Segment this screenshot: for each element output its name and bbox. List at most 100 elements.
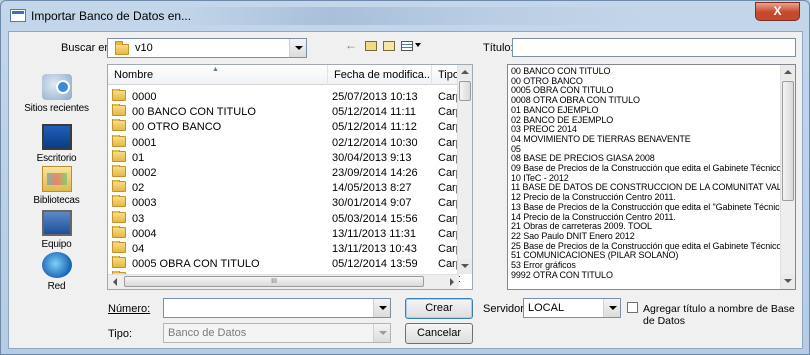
back-icon[interactable]: ←: [345, 38, 357, 52]
place-label: Red: [47, 281, 66, 292]
list-item[interactable]: 9992 OTRA CON TITULO: [511, 271, 781, 280]
file-name-cell: 03: [112, 210, 328, 227]
append-title-label[interactable]: Agregar título a nombre de Base de Datos: [643, 303, 802, 327]
file-list[interactable]: Nombre ▲ Fecha de modifica... Tipo 0000 2…: [107, 64, 473, 290]
list-item[interactable]: 22 Sao Paulo DNIT Enero 2012: [511, 232, 781, 241]
list-item[interactable]: 01 BANCO EJEMPLO: [511, 106, 781, 115]
place-recent[interactable]: Sitios recientes: [9, 74, 104, 114]
file-name-cell: 0000: [112, 89, 328, 105]
list-item[interactable]: 51 COMUNICACIONES (PILAR SOLANO): [511, 251, 781, 260]
table-row[interactable]: 00 BANCO CON TITULO05/12/2014 11:11Carpe…: [108, 104, 460, 120]
chevron-down-icon[interactable]: [289, 39, 306, 57]
place-libraries[interactable]: Bibliotecas: [9, 166, 104, 206]
chevron-down-icon[interactable]: [603, 299, 620, 317]
chevron-down-icon[interactable]: [373, 299, 390, 317]
scroll-up-icon[interactable]: [781, 65, 795, 80]
title-list[interactable]: 00 BANCO CON TITULO 00 OTRO BANCO 0005 OBR…: [507, 64, 796, 290]
place-computer[interactable]: Equipo: [9, 210, 104, 250]
table-row[interactable]: 000330/01/2014 9:07Carpet: [108, 195, 460, 211]
table-row[interactable]: 000223/09/2014 14:26Carpet: [108, 165, 460, 181]
network-icon: [41, 252, 72, 278]
server-combo[interactable]: LOCAL: [523, 298, 621, 318]
folder-icon: [112, 241, 126, 253]
hscroll-thumb[interactable]: III: [124, 276, 424, 287]
place-desktop[interactable]: Escritorio: [9, 124, 104, 164]
list-item[interactable]: 08 BASE DE PRECIOS GIASA 2008: [511, 154, 781, 163]
scroll-up-icon[interactable]: [458, 65, 472, 80]
list-item[interactable]: 13 Base de Precios de la Construcción qu…: [511, 203, 781, 212]
list-item[interactable]: 14 Precio de la Construcción Centro 2011…: [511, 213, 781, 222]
list-item[interactable]: 09 Base de Precios de la Construcción qu…: [511, 164, 781, 173]
cancel-button[interactable]: Cancelar: [405, 323, 473, 344]
file-date-cell: 30/01/2014 9:07: [332, 197, 412, 210]
close-button[interactable]: X: [755, 2, 800, 21]
list-item[interactable]: 00 BANCO CON TITULO: [511, 67, 781, 76]
up-folder-icon[interactable]: [365, 41, 377, 51]
file-date-cell: 05/12/2014 11:12: [332, 121, 417, 134]
list-item[interactable]: 11 BASE DE DATOS DE CONSTRUCCIÓN DE LA C…: [511, 183, 781, 192]
scroll-right-icon[interactable]: [444, 275, 459, 289]
place-network[interactable]: Red: [9, 252, 104, 292]
folder-icon: [112, 180, 126, 193]
file-date-cell: 14/05/2013 8:27: [332, 182, 412, 195]
folder-icon: [112, 165, 126, 177]
list-item[interactable]: 53 Error gráficos: [511, 261, 781, 270]
scroll-thumb[interactable]: [782, 81, 794, 201]
view-menu-icon[interactable]: [401, 41, 413, 51]
list-item[interactable]: 0005 OBRA CON TITULO: [511, 86, 781, 95]
title-input[interactable]: [512, 38, 796, 57]
table-row[interactable]: 00 OTRO BANCO05/12/2014 11:12Carpet: [108, 119, 460, 135]
scroll-down-icon[interactable]: [458, 259, 472, 274]
file-name: 02: [132, 182, 145, 195]
sort-ascending-icon: ▲: [212, 66, 219, 73]
look-in-combo[interactable]: v10: [107, 38, 307, 58]
table-row[interactable]: 0214/05/2013 8:27Carpet: [108, 180, 460, 196]
folder-icon: [112, 256, 126, 269]
folder-icon: [112, 104, 126, 117]
folder-icon: [112, 149, 126, 162]
list-item[interactable]: 02 BANCO DE EJEMPLO: [511, 116, 781, 125]
file-date-cell: 13/11/2013 11:31: [332, 227, 417, 240]
list-item[interactable]: 04 MOVIMIENTO DE TIERRAS BENAVENTE: [511, 135, 781, 144]
list-item[interactable]: 03 PREOC 2014: [511, 125, 781, 134]
scroll-left-icon[interactable]: [108, 275, 123, 289]
table-row[interactable]: 000102/12/2014 10:30Carpet: [108, 134, 460, 151]
file-name: 04: [132, 243, 145, 255]
new-folder-icon[interactable]: [383, 41, 395, 51]
file-name: 0002: [132, 167, 157, 179]
table-row[interactable]: 000025/07/2013 10:13Carpet: [108, 89, 460, 105]
scroll-thumb[interactable]: [459, 81, 471, 101]
view-dropdown-icon[interactable]: [415, 43, 421, 47]
file-name: 0000: [132, 91, 157, 103]
list-item[interactable]: 21 Obras de carreteras 2009. TOOL: [511, 222, 781, 231]
list-item[interactable]: 12 Precio de la Construcción Centro 2011…: [511, 193, 781, 202]
table-row[interactable]: 0130/04/2013 9:13Carpet: [108, 149, 460, 166]
table-row[interactable]: 000413/11/2013 11:31Carpet: [108, 225, 460, 242]
column-header-type[interactable]: Tipo: [432, 65, 459, 85]
append-title-checkbox[interactable]: [627, 302, 638, 313]
title-list-scrollbar[interactable]: [780, 65, 795, 289]
scroll-down-icon[interactable]: [781, 274, 795, 289]
title-bar[interactable]: Importar Banco de Datos en... X: [1, 1, 809, 31]
list-item[interactable]: 25 Base de Precios de la Construcción qu…: [511, 242, 781, 251]
list-item[interactable]: 0008 OTRA OBRA CON TITULO: [511, 96, 781, 105]
table-row[interactable]: 0305/03/2014 15:56Carpet: [108, 210, 460, 227]
table-row[interactable]: 0005 OBRA CON TITULO05/12/2014 13:59Carp…: [108, 256, 460, 272]
list-item[interactable]: 05: [511, 145, 781, 154]
column-header-date[interactable]: Fecha de modifica...: [328, 65, 432, 85]
file-name: 0004: [132, 227, 157, 240]
horizontal-scrollbar[interactable]: III: [108, 274, 459, 289]
number-combo[interactable]: [163, 298, 391, 318]
list-item[interactable]: 10 ITeC - 2012: [511, 174, 781, 183]
file-name-cell: 00 OTRO BANCO: [112, 119, 328, 135]
create-button[interactable]: Crear: [405, 298, 473, 319]
type-label: Tipo:: [108, 328, 133, 340]
number-label: Número:: [108, 303, 151, 315]
file-name-cell: 00 BANCO CON TITULO: [112, 104, 328, 120]
vertical-scrollbar[interactable]: [457, 65, 472, 274]
dialog-window: Importar Banco de Datos en... X Buscar e…: [0, 0, 810, 355]
list-item[interactable]: 00 OTRO BANCO: [511, 77, 781, 86]
look-in-value: v10: [135, 42, 153, 54]
table-row[interactable]: 0413/11/2013 10:43Carpet: [108, 241, 460, 257]
file-name: 0003: [132, 197, 157, 210]
